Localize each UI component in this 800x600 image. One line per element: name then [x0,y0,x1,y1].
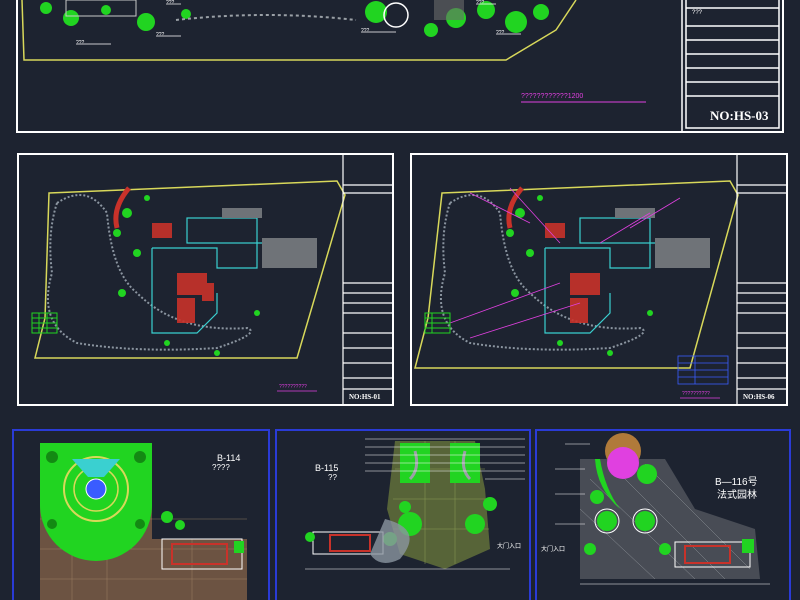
bottom-sheet-b114[interactable]: B-114 ???? [12,429,270,600]
top-label-5: ??? [166,0,175,6]
top-label-4: ??? [496,30,505,36]
top-vegetation [40,1,549,37]
top-sheet-code: NO:HS-03 [710,108,769,123]
mid-left-drawing-sheet[interactable]: ?????????? NO:HS-01 [17,153,394,406]
b116-entrance-label: 大门入口 [541,547,566,553]
top-label-1: ??? [76,40,85,46]
b114-subtitle: ???? [212,463,230,472]
top-label-3: ??? [361,28,370,34]
mid-left-drawing-svg [17,153,394,406]
top-small-text: ??? [692,10,703,16]
top-drawing-sheet[interactable]: ??? ??? ??? ??? ??? ??? ??? ????????????… [16,0,784,134]
b115-drawing-svg [275,429,531,600]
top-label-2: ??? [156,32,165,38]
b116-drawing-svg [535,429,791,600]
b116-subtitle: 法式园林 [717,490,757,501]
b114-title: B-114 [217,453,241,463]
mid-right-sheet-code: NO:HS-06 [743,393,775,401]
b115-entrance-label: 大门入口 [497,544,522,550]
top-label-6: ??? [476,0,485,6]
mid-right-magenta-caption: ?????????? [682,391,710,397]
top-drawing-svg [16,0,784,133]
b115-title: B-115 [315,463,339,473]
b115-subtitle: ?? [328,473,337,482]
mid-left-sheet-code: NO:HS-01 [349,393,381,401]
mid-right-legend-table [677,355,729,385]
mid-left-magenta-caption: ?????????? [279,384,307,390]
bottom-sheet-b116[interactable]: B—116号 法式园林 大门入口 [535,429,791,600]
mid-right-drawing-svg [410,153,788,406]
bottom-sheet-b115[interactable]: B-115 ?? 大门入口 [275,429,531,600]
top-magenta-caption: ????????????1200 [521,93,584,100]
mid-right-drawing-sheet[interactable]: ?????????? NO:HS-06 [410,153,788,406]
